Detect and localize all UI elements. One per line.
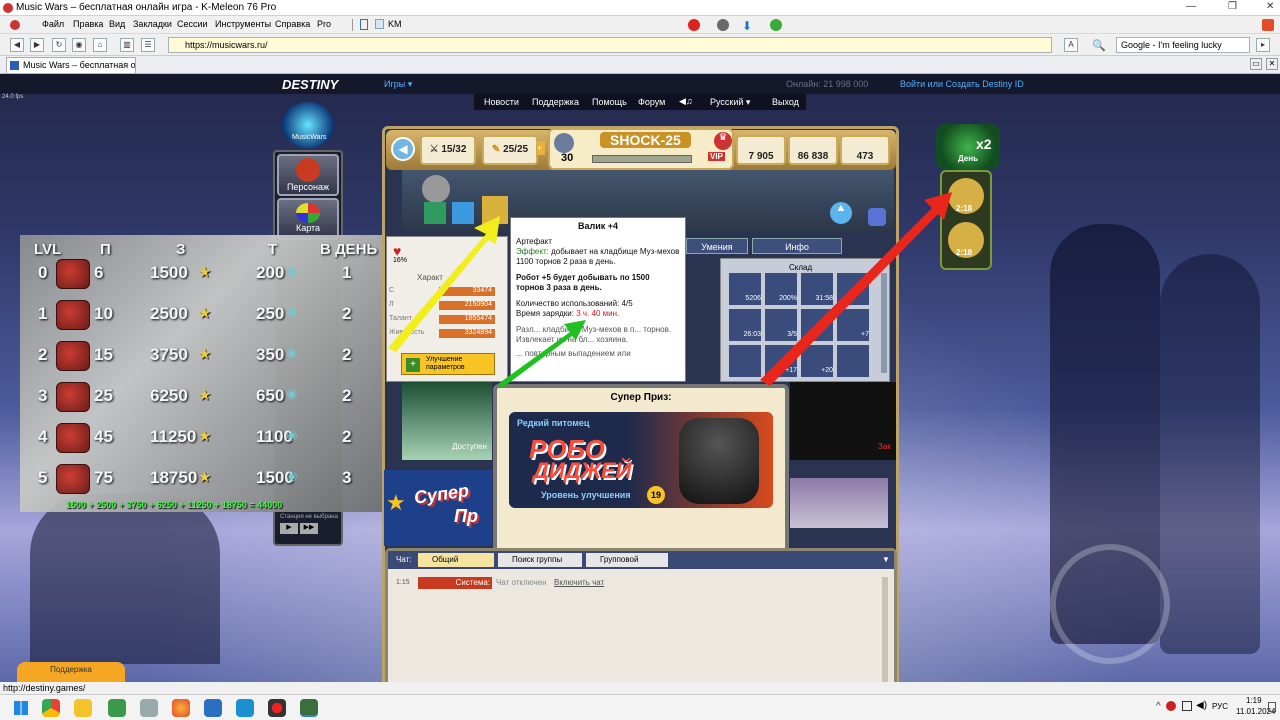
bookmark-folder-icon[interactable] bbox=[360, 19, 368, 30]
menu-pro[interactable]: Pro bbox=[317, 19, 331, 29]
stop-sign-icon[interactable] bbox=[688, 19, 700, 31]
tray-lang[interactable]: РУС bbox=[1212, 702, 1228, 711]
status-bar: http://destiny.games/ bbox=[0, 682, 1280, 694]
app-gray-icon[interactable] bbox=[140, 699, 158, 717]
audio-icon[interactable] bbox=[717, 19, 729, 31]
tab-close-icon[interactable]: ✕ bbox=[1266, 58, 1278, 70]
tab-label: Music Wars – бесплатная онлайн... bbox=[23, 60, 136, 70]
home-icon[interactable]: ⌂ bbox=[93, 38, 107, 52]
window-titlebar: Music Wars – бесплатная онлайн игра - K-… bbox=[0, 0, 1280, 16]
tray-volume-icon[interactable]: ◀) bbox=[1196, 700, 1207, 711]
tray-network-icon[interactable] bbox=[1182, 701, 1192, 711]
obs-icon[interactable] bbox=[268, 699, 286, 717]
app-blue-icon[interactable] bbox=[204, 699, 222, 717]
back-icon[interactable]: ◀ bbox=[10, 38, 24, 52]
tab-favicon bbox=[10, 61, 19, 70]
download-arrow-icon[interactable]: ⬇ bbox=[742, 19, 752, 33]
kmeleon-taskbar-icon[interactable] bbox=[300, 699, 318, 717]
tab-list-icon[interactable]: ▭ bbox=[1250, 58, 1262, 70]
notifications-icon[interactable] bbox=[1268, 702, 1276, 712]
app-green-icon[interactable] bbox=[108, 699, 126, 717]
kmeleon-menu-icon[interactable] bbox=[10, 20, 20, 30]
annotation-arrows bbox=[388, 192, 952, 388]
separator bbox=[352, 19, 353, 31]
kmeleon-app-icon bbox=[3, 3, 13, 13]
menu-help[interactable]: Справка bbox=[275, 19, 310, 29]
menu-bookmarks[interactable]: Закладки bbox=[133, 19, 172, 29]
support-tab[interactable]: Поддержка bbox=[17, 662, 125, 682]
green-arrow bbox=[498, 320, 586, 388]
menu-edit[interactable]: Правка bbox=[73, 19, 103, 29]
maximize-button[interactable]: ❐ bbox=[1228, 1, 1237, 12]
search-input[interactable]: Google - I'm feeling lucky bbox=[1116, 37, 1250, 53]
menu-bar: Файл Правка Вид Закладки Сессии Инструме… bbox=[0, 16, 1280, 34]
puzzle-icon[interactable] bbox=[770, 19, 782, 31]
bookmarks-panel-icon[interactable]: ▥ bbox=[120, 38, 134, 52]
minimize-button[interactable]: — bbox=[1186, 1, 1196, 12]
bookmark-km[interactable]: KM bbox=[388, 19, 402, 29]
url-input[interactable]: https://musicwars.ru/ bbox=[168, 37, 1052, 53]
next-icon[interactable]: ▸ bbox=[1256, 38, 1270, 52]
stop-icon[interactable]: ◉ bbox=[72, 38, 86, 52]
forward-icon[interactable]: ▶ bbox=[30, 38, 44, 52]
menu-view[interactable]: Вид bbox=[109, 19, 125, 29]
close-button[interactable]: ✕ bbox=[1266, 1, 1274, 12]
tray-chevron-icon[interactable]: ^ bbox=[1156, 701, 1161, 712]
chrome-icon[interactable] bbox=[42, 699, 60, 717]
app-cyan-icon[interactable] bbox=[236, 699, 254, 717]
yellow-arrow bbox=[388, 216, 500, 352]
tab-music-wars[interactable]: Music Wars – бесплатная онлайн... bbox=[6, 57, 136, 73]
folder-icon[interactable] bbox=[74, 699, 92, 717]
game-viewport: DESTINY Игры ▾ Онлайн: 21 998 000 Войти … bbox=[0, 74, 1280, 682]
menu-tools[interactable]: Инструменты bbox=[215, 19, 271, 29]
search-icon[interactable]: 🔍 bbox=[1092, 39, 1106, 52]
window-title: Music Wars – бесплатная онлайн игра - K-… bbox=[16, 2, 277, 13]
html5-icon bbox=[1262, 19, 1274, 31]
reader-icon[interactable]: A bbox=[1064, 38, 1078, 52]
firefox-icon[interactable] bbox=[172, 699, 190, 717]
reload-icon[interactable]: ↻ bbox=[52, 38, 66, 52]
tab-bar bbox=[0, 56, 1280, 74]
menu-sessions[interactable]: Сессии bbox=[177, 19, 208, 29]
tray-time[interactable]: 1:19 bbox=[1246, 696, 1262, 705]
red-arrow bbox=[760, 192, 952, 386]
menu-file[interactable]: Файл bbox=[42, 19, 64, 29]
windows-start-icon[interactable] bbox=[14, 701, 28, 715]
bookmark-icon bbox=[375, 19, 384, 29]
tray-rec-icon[interactable] bbox=[1166, 701, 1176, 711]
taskbar: ^ ◀) РУС 1:19 11.01.2024 bbox=[0, 694, 1280, 720]
history-icon[interactable]: ☰ bbox=[141, 38, 155, 52]
